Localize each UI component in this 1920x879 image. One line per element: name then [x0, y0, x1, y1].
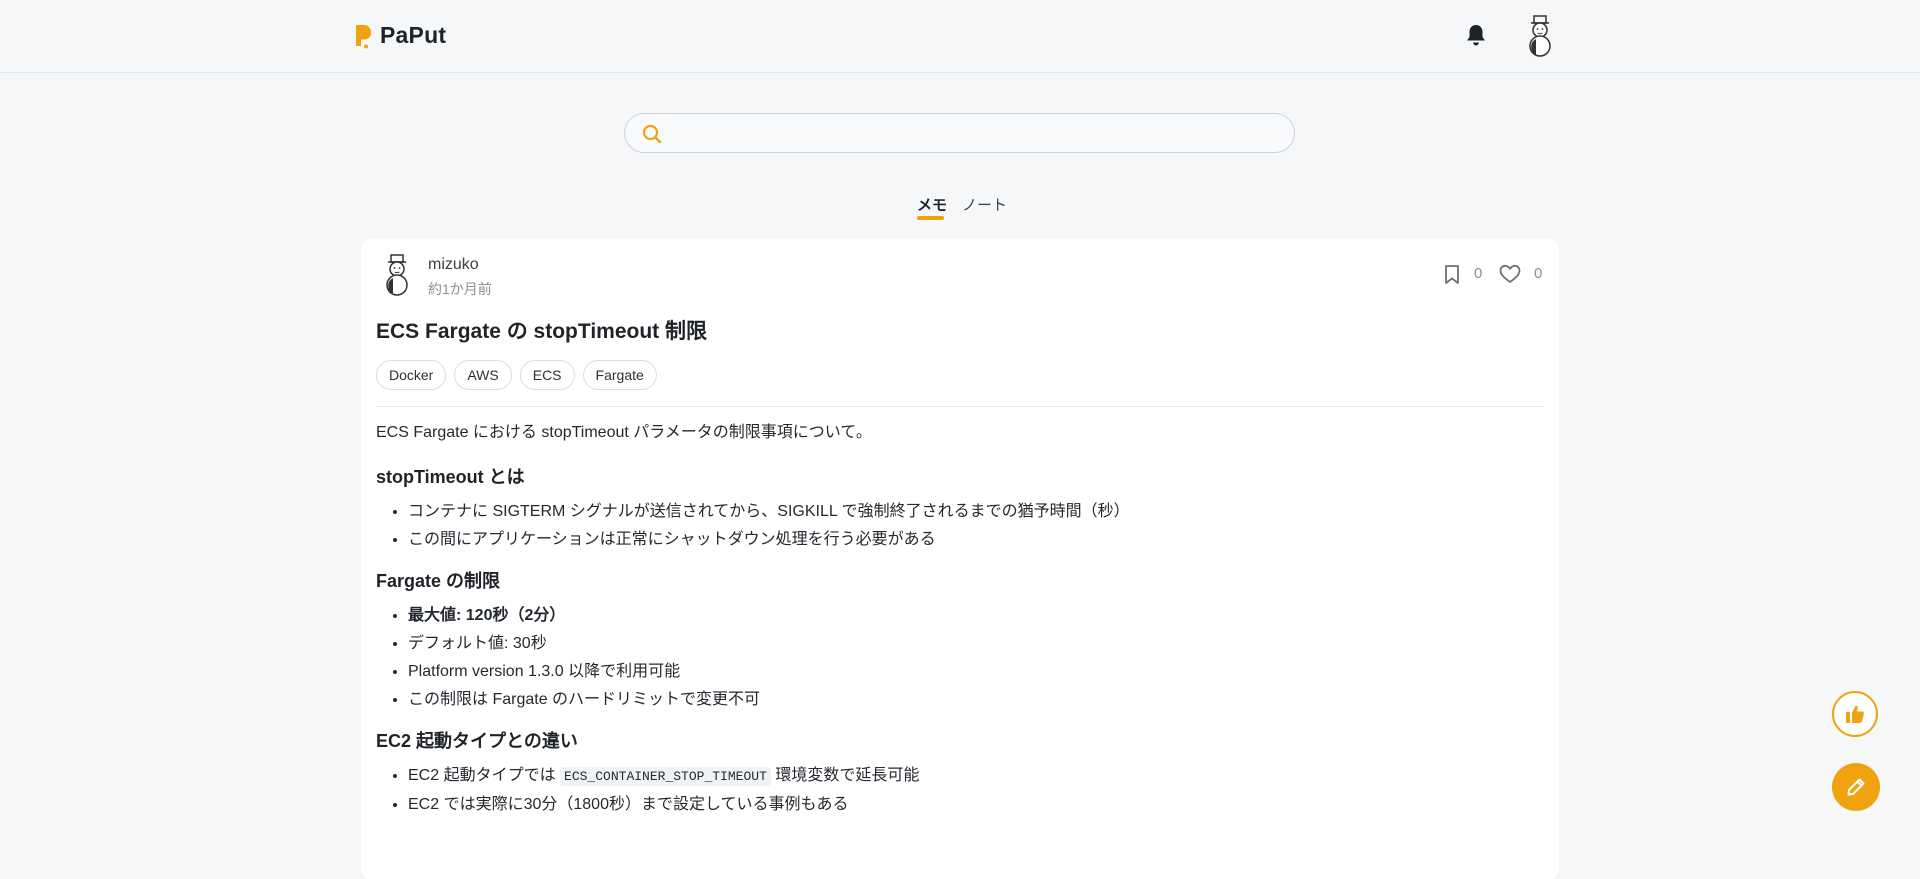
list-item: コンテナに SIGTERM シグナルが送信されてから、SIGKILL で強制終了… — [408, 501, 1544, 523]
list-item: デフォルト値: 30秒 — [408, 633, 1544, 655]
list-item: Platform version 1.3.0 以降で利用可能 — [408, 661, 1544, 683]
memo-card: mizuko 約1か月前 0 0 ECS Fargate の stopTimeo… — [361, 239, 1559, 879]
thumbs-up-icon — [1846, 705, 1864, 723]
section-heading: EC2 起動タイプとの違い — [376, 731, 578, 751]
app-name: PaPut — [380, 22, 447, 48]
memo-title: ECS Fargate の stopTimeout 制限 — [376, 320, 707, 343]
edit-button[interactable] — [1832, 763, 1880, 811]
tag-chip[interactable]: AWS — [454, 360, 512, 390]
search-bar[interactable] — [624, 113, 1295, 153]
tab-memo[interactable]: メモ — [917, 194, 947, 215]
like-count: 0 — [1534, 265, 1543, 282]
posted-time: 約1か月前 — [428, 281, 492, 297]
active-tab-indicator — [917, 216, 944, 220]
section-heading: Fargate の制限 — [376, 571, 501, 591]
top-navigation-bar: PaPut — [0, 0, 1920, 73]
like-button[interactable] — [1832, 691, 1878, 737]
bullet-list: EC2 起動タイプでは ECS_CONTAINER_STOP_TIMEOUT 環… — [376, 765, 1544, 816]
section-heading: stopTimeout とは — [376, 467, 525, 487]
inline-code: ECS_CONTAINER_STOP_TIMEOUT — [560, 767, 771, 786]
list-item: EC2 では実際に30分（1800秒）まで設定している事例もある — [408, 794, 1544, 816]
list-item-text: 環境変数で延長可能 — [770, 767, 920, 784]
bookmark-icon[interactable] — [1443, 264, 1461, 285]
tab-note[interactable]: ノート — [962, 194, 1007, 215]
tag-chip[interactable]: ECS — [519, 360, 575, 390]
intro-paragraph: ECS Fargate における stopTimeout パラメータの制限事項に… — [376, 424, 872, 441]
author-name[interactable]: mizuko — [428, 256, 479, 274]
divider — [376, 406, 1544, 407]
tag-chip[interactable]: Docker — [376, 360, 447, 390]
user-avatar-icon[interactable] — [1525, 14, 1555, 58]
heart-icon[interactable] — [1499, 264, 1521, 284]
author-avatar-icon[interactable] — [382, 253, 412, 297]
paput-logo-icon — [356, 24, 371, 48]
list-item-text: EC2 起動タイプでは — [408, 767, 561, 784]
bell-icon[interactable] — [1465, 23, 1487, 47]
bookmark-count: 0 — [1474, 265, 1483, 282]
app-logo[interactable]: PaPut — [354, 22, 446, 49]
bullet-list: 最大値: 120秒（2分） デフォルト値: 30秒 Platform versi… — [376, 605, 1544, 711]
list-item: 最大値: 120秒（2分） — [408, 605, 1544, 627]
tag-chip[interactable]: Fargate — [582, 360, 657, 390]
memo-body: ECS Fargate における stopTimeout パラメータの制限事項に… — [376, 422, 1544, 822]
list-item: この制限は Fargate のハードリミットで変更不可 — [408, 689, 1544, 711]
list-item: EC2 起動タイプでは ECS_CONTAINER_STOP_TIMEOUT 環… — [408, 765, 1544, 788]
bullet-list: コンテナに SIGTERM シグナルが送信されてから、SIGKILL で強制終了… — [376, 501, 1544, 551]
pencil-icon — [1847, 778, 1865, 796]
search-input[interactable] — [677, 120, 1271, 148]
tag-list: Docker AWS ECS Fargate — [376, 360, 657, 390]
list-item: この間にアプリケーションは正常にシャットダウン処理を行う必要がある — [408, 529, 1544, 551]
search-icon — [642, 124, 662, 144]
